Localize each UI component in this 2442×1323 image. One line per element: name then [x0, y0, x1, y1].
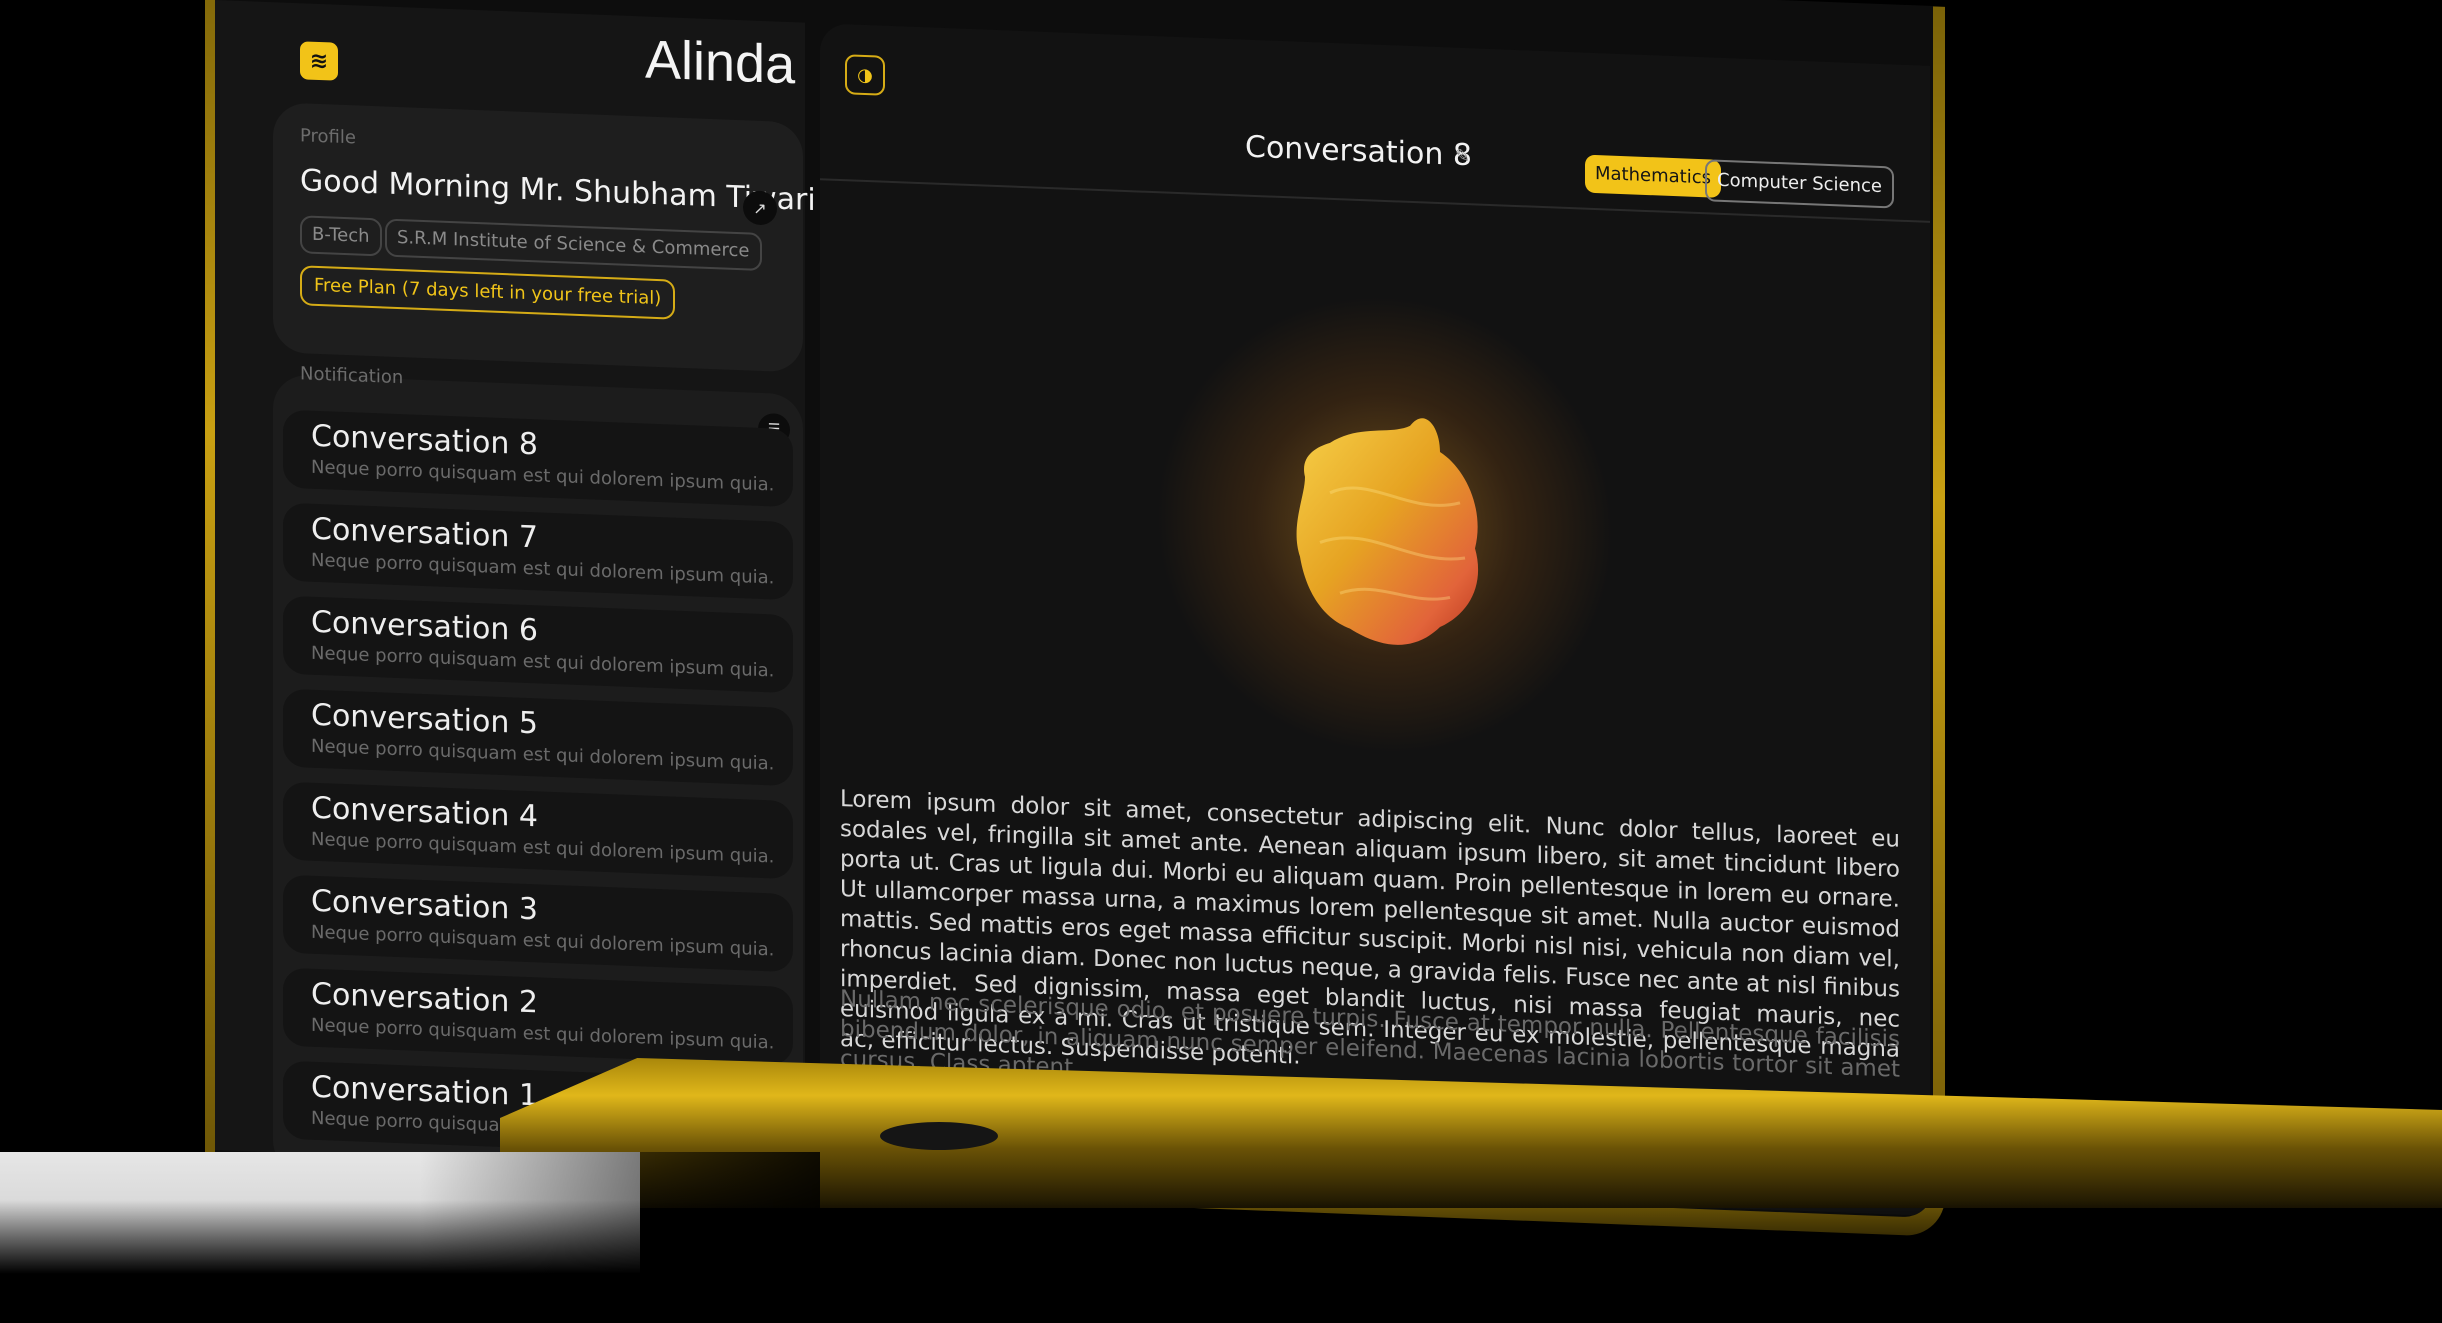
plan-badge[interactable]: Free Plan (7 days left in your free tria…: [300, 265, 676, 320]
app-title: Alinda: [645, 29, 796, 96]
conversation-snippet: Neque porro quisquam est qui dolorem ips…: [311, 1014, 775, 1054]
list-item[interactable]: Conversation 8 Neque porro quisquam est …: [283, 409, 793, 508]
edit-icon[interactable]: ✎: [1455, 146, 1470, 168]
floor-shadow: [0, 1200, 2442, 1323]
tag-computer-science[interactable]: Computer Science: [1705, 159, 1894, 209]
conversation-title: Conversation 3: [311, 883, 538, 928]
conversation-snippet: Neque porro quisquam est qui dolorem ips…: [311, 921, 775, 961]
greeting-text: Good Morning Mr. Shubham Tiwari: [300, 163, 816, 219]
stack-logo-icon[interactable]: ≋: [300, 41, 338, 81]
list-item[interactable]: Conversation 7 Neque porro quisquam est …: [283, 502, 793, 601]
institute-chip: S.R.M Institute of Science & Commerce: [385, 218, 762, 271]
degree-chip: B-Tech: [300, 215, 382, 257]
sidebar: ≋ Alinda Profile Good Morning Mr. Shubha…: [215, 0, 816, 1195]
list-item[interactable]: Conversation 5 Neque porro quisquam est …: [283, 688, 793, 787]
conversation-title: Conversation 6: [311, 604, 538, 649]
profile-label: Profile: [300, 125, 356, 149]
conversation-title: Conversation 1: [311, 1069, 538, 1114]
conversation-snippet: Neque porro quisquam est qui dolorem ips…: [311, 456, 775, 496]
list-item[interactable]: Conversation 2 Neque porro quisquam est …: [283, 967, 793, 1066]
laptop-port: [880, 1122, 998, 1150]
list-item[interactable]: Conversation 6 Neque porro quisquam est …: [283, 595, 793, 694]
conversation-title: Conversation 7: [311, 511, 538, 556]
open-profile-arrow-icon[interactable]: ↗: [743, 190, 777, 226]
conversation-title: Conversation 8: [311, 418, 538, 463]
list-item[interactable]: Conversation 4 Neque porro quisquam est …: [283, 781, 793, 880]
profile-card: Profile Good Morning Mr. Shubham Tiwari …: [273, 102, 816, 373]
conversation-snippet: Neque porro quisquam est qui dolorem ips…: [311, 642, 775, 682]
conversation-title: Conversation 5: [311, 697, 538, 742]
theme-toggle-icon[interactable]: ◑: [845, 54, 885, 96]
conversation-title: Conversation 2: [311, 976, 538, 1021]
notification-label: Notification: [300, 363, 404, 389]
conversation-snippet: Neque porro quisquam est qui dolorem ips…: [311, 549, 775, 589]
ai-orb-graphic: [1296, 418, 1479, 645]
list-item[interactable]: Conversation 3 Neque porro quisquam est …: [283, 874, 793, 973]
conversation-pane: ◑ Conversation 8 ✎ Mathematics Computer …: [820, 23, 1930, 1216]
app-screen: ≋ Alinda Profile Good Morning Mr. Shubha…: [215, 0, 1933, 1218]
conversation-header-title: Conversation 8: [1245, 129, 1472, 174]
conversation-snippet: Neque porro quisquam est qui dolorem ips…: [311, 828, 775, 868]
conversation-title: Conversation 4: [311, 790, 538, 835]
tag-mathematics[interactable]: Mathematics: [1585, 154, 1721, 198]
conversation-snippet: Neque porro quisquam est qui dolorem ips…: [311, 735, 775, 775]
